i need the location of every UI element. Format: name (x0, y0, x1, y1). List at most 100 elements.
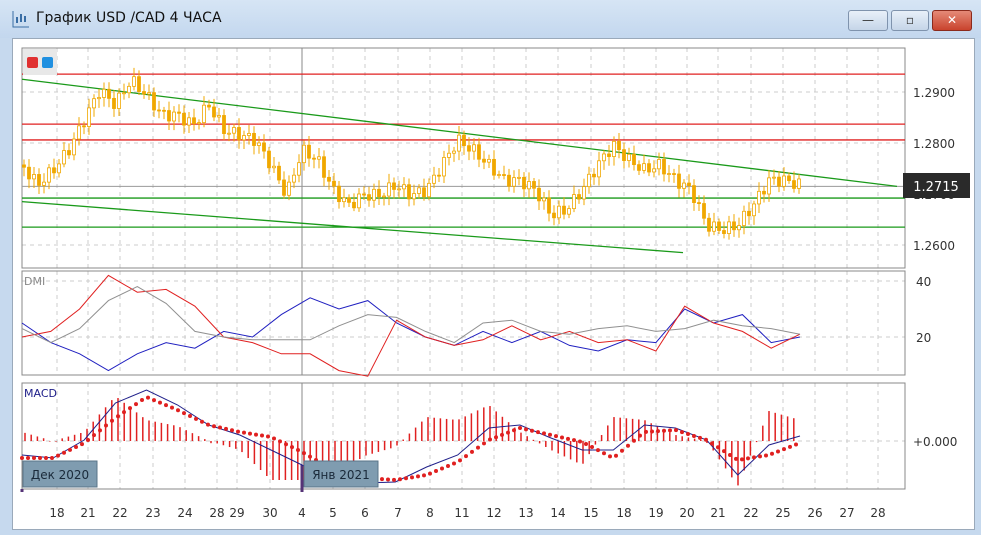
macd-signal-dot (626, 443, 630, 448)
candle-body (727, 221, 731, 234)
dmi-line-adx (21, 286, 801, 344)
candle-body (482, 158, 486, 163)
x-axis-label: 18 (49, 506, 64, 520)
macd-signal-dot (62, 450, 66, 455)
candle-body (672, 173, 676, 175)
macd-signal-dot (128, 406, 132, 411)
macd-label: MACD (24, 387, 57, 400)
macd-signal-dot (392, 477, 396, 482)
macd-signal-dot (512, 428, 516, 433)
x-axis-label: 15 (583, 506, 598, 520)
candle-body (42, 181, 46, 186)
macd-signal-dot (266, 434, 270, 439)
red-square-icon[interactable] (27, 57, 38, 68)
macd-signal-dot (494, 435, 498, 440)
macd-signal-dot (410, 475, 414, 480)
candle-body (747, 210, 751, 217)
candle-body (262, 142, 266, 152)
chart-area[interactable]: DMI MACD 18 21 22 23 24 28 29 30 4 5 6 7 8 11 12 13 14 15… (0, 0, 981, 535)
macd-signal-dot (254, 432, 258, 437)
macd-signal-dot (272, 436, 276, 441)
macd-signal-dot (740, 457, 744, 462)
candle-body (247, 132, 251, 136)
macd-signal-dot (770, 451, 774, 456)
candle-body (67, 150, 71, 156)
x-axis-label: 7 (394, 506, 402, 520)
x-axis-label: 19 (648, 506, 663, 520)
candle-body (712, 221, 716, 232)
macd-signal-dot (164, 403, 168, 408)
candle-body (222, 115, 226, 134)
candle-body (592, 173, 596, 178)
macd-signal-dot (56, 453, 60, 458)
macd-signal-dot (674, 428, 678, 433)
candle-body (462, 134, 466, 147)
macd-signal-dot (416, 474, 420, 479)
macd-signal-dot (596, 448, 600, 453)
candle-body (467, 145, 471, 152)
macd-signal-dot (188, 413, 192, 418)
candle-body (167, 110, 171, 122)
macd-signal-dot (98, 428, 102, 433)
candle-body (407, 184, 411, 200)
macd-signal-dot (644, 429, 648, 434)
candle-body (522, 176, 526, 190)
candle-body (447, 152, 451, 158)
macd-signal-dot (434, 469, 438, 474)
candle-body (792, 180, 796, 189)
macd-signal-dot (68, 447, 72, 452)
macd-signal-dot (140, 398, 144, 403)
macd-signal-dot (284, 442, 288, 447)
price-panel (21, 47, 906, 269)
macd-signal-dot (752, 455, 756, 460)
candle-body (582, 186, 586, 200)
macd-signal-dot (236, 429, 240, 434)
x-axis-label: 21 (710, 506, 725, 520)
macd-signal-dot (536, 430, 540, 435)
panel-controls[interactable] (23, 49, 57, 75)
candle-body (367, 194, 371, 201)
macd-signal-dot (638, 433, 642, 438)
x-axis-label: 5 (329, 506, 337, 520)
candle-body (452, 150, 456, 154)
candle-body (82, 125, 86, 128)
candle-body (722, 230, 726, 234)
blue-square-icon[interactable] (42, 57, 53, 68)
candle-body (527, 181, 531, 190)
candle-body (227, 132, 231, 135)
macd-signal-dot (80, 442, 84, 447)
macd-signal-dot (146, 395, 150, 400)
macd-signal-dot (74, 444, 78, 449)
macd-signal-dot (686, 432, 690, 437)
x-axis-label: 26 (807, 506, 822, 520)
macd-signal-dot (260, 433, 264, 438)
x-axis-label: 12 (486, 506, 501, 520)
candle-body (282, 179, 286, 196)
x-axis-label: 28 (209, 506, 224, 520)
macd-signal-dot (452, 461, 456, 466)
candle-body (547, 197, 551, 214)
macd-signal-dot (680, 430, 684, 435)
x-axis-label: 25 (775, 506, 790, 520)
candle-body (287, 181, 291, 196)
candle-body (272, 165, 276, 169)
macd-signal-dot (500, 432, 504, 437)
macd-signal-dot (482, 441, 486, 446)
macd-signal-dot (704, 437, 708, 442)
candle-body (252, 132, 256, 146)
candle-body (377, 188, 381, 198)
macd-signal-dot (422, 473, 426, 478)
candle-body (492, 158, 496, 176)
x-axis-label: 27 (839, 506, 854, 520)
macd-signal-dot (650, 429, 654, 434)
candle-body (162, 109, 166, 112)
macd-axis-label: +0.000 (913, 435, 957, 449)
candle-body (92, 98, 96, 109)
candle-body (652, 168, 656, 173)
x-axis-label: 13 (518, 506, 533, 520)
candle-body (787, 175, 791, 181)
candle-body (52, 167, 56, 174)
macd-signal-dot (464, 454, 468, 459)
candle-body (32, 174, 36, 180)
candle-body (202, 104, 206, 124)
